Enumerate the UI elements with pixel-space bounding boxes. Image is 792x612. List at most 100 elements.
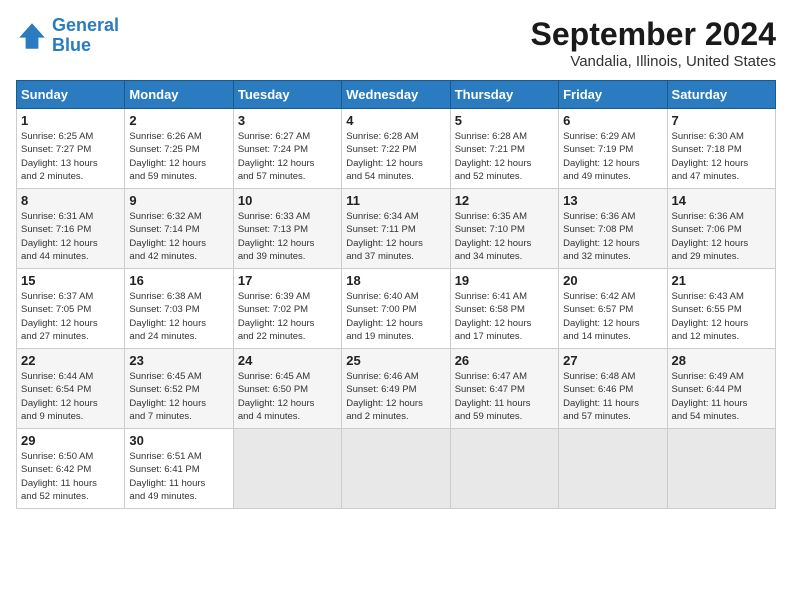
- logo-icon: [16, 20, 48, 52]
- calendar-cell: 10 Sunrise: 6:33 AM Sunset: 7:13 PM Dayli…: [233, 189, 341, 269]
- calendar-title: September 2024: [531, 16, 776, 53]
- day-detail: Sunrise: 6:36 AM Sunset: 7:06 PM Dayligh…: [672, 210, 771, 263]
- day-detail: Sunrise: 6:35 AM Sunset: 7:10 PM Dayligh…: [455, 210, 554, 263]
- day-detail: Sunrise: 6:28 AM Sunset: 7:21 PM Dayligh…: [455, 130, 554, 183]
- calendar-cell: 28Sunrise: 6:49 AM Sunset: 6:44 PM Dayli…: [667, 349, 775, 429]
- day-number: 19: [455, 273, 554, 288]
- day-number: 13: [563, 193, 662, 208]
- calendar-week-row: 22 Sunrise: 6:44 AM Sunset: 6:54 PM Dayli…: [17, 349, 776, 429]
- calendar-cell: 20Sunrise: 6:42 AM Sunset: 6:57 PM Dayli…: [559, 269, 667, 349]
- day-number: 7: [672, 113, 771, 128]
- calendar-cell: 1 Sunrise: 6:25 AM Sunset: 7:27 PM Daylig…: [17, 109, 125, 189]
- day-detail: Sunrise: 6:28 AM Sunset: 7:22 PM Dayligh…: [346, 130, 445, 183]
- day-detail: Sunrise: 6:32 AM Sunset: 7:14 PM Dayligh…: [129, 210, 228, 263]
- calendar-cell: 3 Sunrise: 6:27 AM Sunset: 7:24 PM Daylig…: [233, 109, 341, 189]
- day-number: 11: [346, 193, 445, 208]
- calendar-header-row: SundayMondayTuesdayWednesdayThursdayFrid…: [17, 81, 776, 109]
- day-number: 16: [129, 273, 228, 288]
- day-detail: Sunrise: 6:48 AM Sunset: 6:46 PM Dayligh…: [563, 370, 662, 423]
- day-detail: Sunrise: 6:29 AM Sunset: 7:19 PM Dayligh…: [563, 130, 662, 183]
- day-number: 25: [346, 353, 445, 368]
- calendar-cell: 9 Sunrise: 6:32 AM Sunset: 7:14 PM Daylig…: [125, 189, 233, 269]
- day-detail: Sunrise: 6:33 AM Sunset: 7:13 PM Dayligh…: [238, 210, 337, 263]
- day-number: 28: [672, 353, 771, 368]
- day-number: 1: [21, 113, 120, 128]
- day-detail: Sunrise: 6:47 AM Sunset: 6:47 PM Dayligh…: [455, 370, 554, 423]
- calendar-cell: [342, 429, 450, 509]
- weekday-header: Saturday: [667, 81, 775, 109]
- day-number: 18: [346, 273, 445, 288]
- day-number: 27: [563, 353, 662, 368]
- weekday-header: Wednesday: [342, 81, 450, 109]
- calendar-cell: 12 Sunrise: 6:35 AM Sunset: 7:10 PM Dayli…: [450, 189, 558, 269]
- day-number: 5: [455, 113, 554, 128]
- day-number: 26: [455, 353, 554, 368]
- day-detail: Sunrise: 6:40 AM Sunset: 7:00 PM Dayligh…: [346, 290, 445, 343]
- day-number: 22: [21, 353, 120, 368]
- calendar-cell: 8 Sunrise: 6:31 AM Sunset: 7:16 PM Daylig…: [17, 189, 125, 269]
- calendar-table: SundayMondayTuesdayWednesdayThursdayFrid…: [16, 80, 776, 509]
- calendar-cell: 17Sunrise: 6:39 AM Sunset: 7:02 PM Dayli…: [233, 269, 341, 349]
- calendar-cell: [667, 429, 775, 509]
- weekday-header: Friday: [559, 81, 667, 109]
- day-detail: Sunrise: 6:34 AM Sunset: 7:11 PM Dayligh…: [346, 210, 445, 263]
- header: General Blue September 2024 Vandalia, Il…: [16, 16, 776, 70]
- calendar-cell: 29Sunrise: 6:50 AM Sunset: 6:42 PM Dayli…: [17, 429, 125, 509]
- calendar-cell: 25 Sunrise: 6:46 AM Sunset: 6:49 PM Dayli…: [342, 349, 450, 429]
- day-detail: Sunrise: 6:45 AM Sunset: 6:50 PM Dayligh…: [238, 370, 337, 423]
- weekday-header: Monday: [125, 81, 233, 109]
- day-number: 14: [672, 193, 771, 208]
- day-number: 6: [563, 113, 662, 128]
- calendar-cell: 13 Sunrise: 6:36 AM Sunset: 7:08 PM Dayli…: [559, 189, 667, 269]
- day-number: 2: [129, 113, 228, 128]
- calendar-cell: 15 Sunrise: 6:37 AM Sunset: 7:05 PM Dayli…: [17, 269, 125, 349]
- weekday-header: Thursday: [450, 81, 558, 109]
- calendar-cell: 4 Sunrise: 6:28 AM Sunset: 7:22 PM Daylig…: [342, 109, 450, 189]
- day-number: 10: [238, 193, 337, 208]
- calendar-cell: 21Sunrise: 6:43 AM Sunset: 6:55 PM Dayli…: [667, 269, 775, 349]
- day-number: 24: [238, 353, 337, 368]
- day-detail: Sunrise: 6:26 AM Sunset: 7:25 PM Dayligh…: [129, 130, 228, 183]
- calendar-week-row: 15 Sunrise: 6:37 AM Sunset: 7:05 PM Dayli…: [17, 269, 776, 349]
- calendar-cell: 22 Sunrise: 6:44 AM Sunset: 6:54 PM Dayli…: [17, 349, 125, 429]
- day-number: 9: [129, 193, 228, 208]
- calendar-cell: 24 Sunrise: 6:45 AM Sunset: 6:50 PM Dayli…: [233, 349, 341, 429]
- calendar-body: 1 Sunrise: 6:25 AM Sunset: 7:27 PM Daylig…: [17, 109, 776, 509]
- day-detail: Sunrise: 6:38 AM Sunset: 7:03 PM Dayligh…: [129, 290, 228, 343]
- day-detail: Sunrise: 6:41 AM Sunset: 6:58 PM Dayligh…: [455, 290, 554, 343]
- day-detail: Sunrise: 6:27 AM Sunset: 7:24 PM Dayligh…: [238, 130, 337, 183]
- day-detail: Sunrise: 6:51 AM Sunset: 6:41 PM Dayligh…: [129, 450, 228, 503]
- calendar-cell: 27 Sunrise: 6:48 AM Sunset: 6:46 PM Dayli…: [559, 349, 667, 429]
- day-number: 15: [21, 273, 120, 288]
- day-number: 12: [455, 193, 554, 208]
- day-detail: Sunrise: 6:50 AM Sunset: 6:42 PM Dayligh…: [21, 450, 120, 503]
- day-detail: Sunrise: 6:46 AM Sunset: 6:49 PM Dayligh…: [346, 370, 445, 423]
- day-detail: Sunrise: 6:37 AM Sunset: 7:05 PM Dayligh…: [21, 290, 120, 343]
- weekday-header: Sunday: [17, 81, 125, 109]
- calendar-week-row: 8 Sunrise: 6:31 AM Sunset: 7:16 PM Daylig…: [17, 189, 776, 269]
- day-number: 8: [21, 193, 120, 208]
- calendar-cell: [233, 429, 341, 509]
- calendar-cell: 14 Sunrise: 6:36 AM Sunset: 7:06 PM Dayli…: [667, 189, 775, 269]
- day-detail: Sunrise: 6:25 AM Sunset: 7:27 PM Dayligh…: [21, 130, 120, 183]
- day-number: 3: [238, 113, 337, 128]
- day-detail: Sunrise: 6:43 AM Sunset: 6:55 PM Dayligh…: [672, 290, 771, 343]
- day-detail: Sunrise: 6:36 AM Sunset: 7:08 PM Dayligh…: [563, 210, 662, 263]
- day-detail: Sunrise: 6:44 AM Sunset: 6:54 PM Dayligh…: [21, 370, 120, 423]
- calendar-cell: 7Sunrise: 6:30 AM Sunset: 7:18 PM Daylig…: [667, 109, 775, 189]
- day-detail: Sunrise: 6:45 AM Sunset: 6:52 PM Dayligh…: [129, 370, 228, 423]
- calendar-cell: [559, 429, 667, 509]
- day-number: 4: [346, 113, 445, 128]
- calendar-cell: 23 Sunrise: 6:45 AM Sunset: 6:52 PM Dayli…: [125, 349, 233, 429]
- day-number: 23: [129, 353, 228, 368]
- calendar-cell: 26 Sunrise: 6:47 AM Sunset: 6:47 PM Dayli…: [450, 349, 558, 429]
- calendar-cell: 6 Sunrise: 6:29 AM Sunset: 7:19 PM Daylig…: [559, 109, 667, 189]
- calendar-cell: 30 Sunrise: 6:51 AM Sunset: 6:41 PM Dayli…: [125, 429, 233, 509]
- day-number: 30: [129, 433, 228, 448]
- logo: General Blue: [16, 16, 119, 56]
- title-area: September 2024 Vandalia, Illinois, Unite…: [531, 16, 776, 70]
- day-number: 20: [563, 273, 662, 288]
- day-detail: Sunrise: 6:31 AM Sunset: 7:16 PM Dayligh…: [21, 210, 120, 263]
- calendar-cell: [450, 429, 558, 509]
- weekday-header: Tuesday: [233, 81, 341, 109]
